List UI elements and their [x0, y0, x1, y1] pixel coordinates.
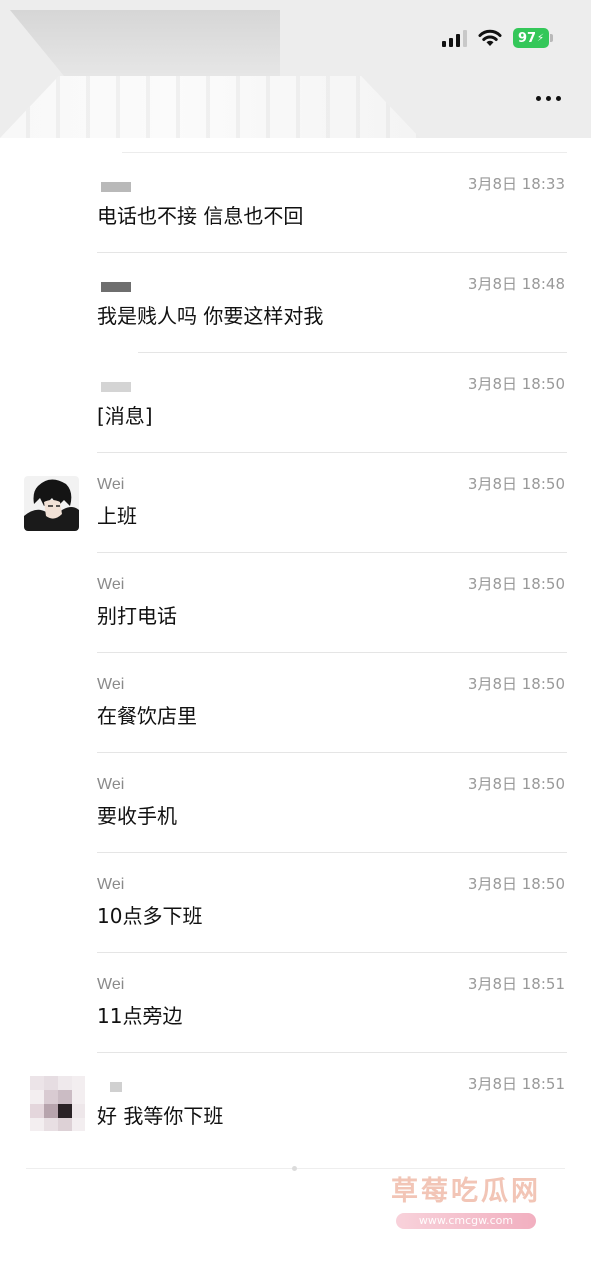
message-time: 3月8日 18:48	[467, 275, 565, 293]
divider	[97, 952, 567, 953]
message-time: 3月8日 18:50	[467, 675, 565, 693]
divider	[97, 652, 567, 653]
wifi-icon	[478, 29, 502, 46]
divider	[97, 252, 567, 253]
list-item[interactable]: 3月8日 18:50 [消息]	[0, 338, 591, 438]
redacted-sender	[110, 1082, 122, 1092]
watermark: 草莓吃瓜网 www.cmcgw.com	[376, 1174, 556, 1229]
list-item[interactable]: Wei 3月8日 18:50 在餐饮店里	[0, 638, 591, 738]
list-item[interactable]: Wei 3月8日 18:50 要收手机	[0, 738, 591, 838]
status-bar: 97 ⚡	[442, 28, 553, 48]
message-time: 3月8日 18:50	[467, 375, 565, 393]
sender-name: Wei	[97, 576, 125, 593]
message-text: 好 我等你下班	[97, 1104, 224, 1128]
redacted-sender	[101, 182, 131, 192]
more-dots-icon[interactable]	[536, 96, 561, 101]
list-item[interactable]: 3月8日 18:48 我是贱人吗 你要这样对我	[0, 238, 591, 338]
message-text: [消息]	[97, 404, 153, 428]
cellular-signal-icon	[442, 29, 467, 47]
message-time: 3月8日 18:51	[467, 1075, 565, 1093]
watermark-title: 草莓吃瓜网	[391, 1176, 541, 1207]
divider	[122, 152, 567, 153]
message-time: 3月8日 18:50	[467, 875, 565, 893]
battery-level: 97	[517, 30, 537, 46]
sender-name: Wei	[97, 476, 125, 493]
redacted-title-blur	[0, 76, 420, 138]
list-item[interactable]: Wei 3月8日 18:51 11点旁边	[0, 938, 591, 1038]
divider	[97, 752, 567, 753]
list-item[interactable]: Wei 3月8日 18:50 上班	[0, 438, 591, 538]
message-time: 3月8日 18:50	[467, 575, 565, 593]
message-text: 在餐饮店里	[97, 704, 197, 728]
list-item[interactable]: 3月8日 18:51 好 我等你下班	[0, 1038, 591, 1138]
message-text: 别打电话	[97, 604, 177, 628]
message-text: 电话也不接 信息也不回	[97, 204, 304, 228]
sender-name: Wei	[97, 676, 125, 693]
list-end-dot	[292, 1166, 297, 1171]
redacted-sender	[101, 282, 131, 292]
avatar[interactable]	[30, 1076, 85, 1131]
message-search-results: 3月8日 18:33 电话也不接 信息也不回 3月8日 18:48 我是贱人吗 …	[0, 138, 591, 1138]
message-time: 3月8日 18:51	[467, 975, 565, 993]
list-item[interactable]: 3月8日 18:33 电话也不接 信息也不回	[0, 138, 591, 238]
message-time: 3月8日 18:33	[467, 175, 565, 193]
watermark-url: www.cmcgw.com	[396, 1213, 536, 1229]
message-time: 3月8日 18:50	[467, 475, 565, 493]
list-item[interactable]: Wei 3月8日 18:50 别打电话	[0, 538, 591, 638]
divider	[97, 552, 567, 553]
sender-name: Wei	[97, 776, 125, 793]
message-time: 3月8日 18:50	[467, 775, 565, 793]
sender-name: Wei	[97, 876, 125, 893]
chat-header: 97 ⚡	[0, 0, 591, 138]
message-text: 11点旁边	[97, 1004, 183, 1028]
sender-name: Wei	[97, 976, 125, 993]
divider	[138, 352, 567, 353]
divider	[97, 1052, 567, 1053]
divider	[97, 852, 567, 853]
avatar[interactable]	[24, 476, 79, 531]
battery-charging-icon: 97 ⚡	[513, 28, 553, 48]
message-text: 要收手机	[97, 804, 177, 828]
message-text: 上班	[97, 504, 137, 528]
redacted-sender	[101, 382, 131, 392]
list-item[interactable]: Wei 3月8日 18:50 10点多下班	[0, 838, 591, 938]
divider	[97, 452, 567, 453]
redacted-title-area	[10, 10, 280, 76]
message-text: 我是贱人吗 你要这样对我	[97, 304, 324, 328]
message-text: 10点多下班	[97, 904, 203, 928]
